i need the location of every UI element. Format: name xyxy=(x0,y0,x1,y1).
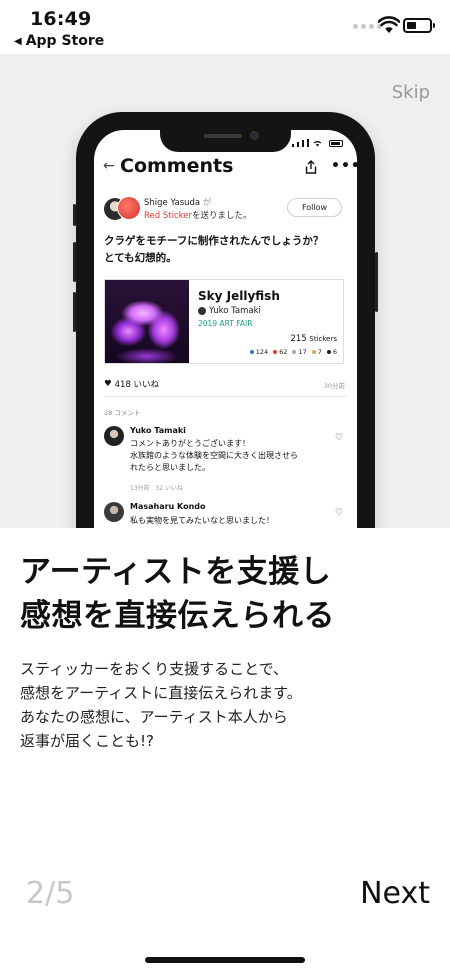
likes-row: ♥ 418 いいね xyxy=(104,379,160,390)
sticker-count: 215 Stickers xyxy=(290,334,337,344)
sticker-breakdown: 124 62 17 7 6 xyxy=(249,348,337,356)
hero-illustration: Skip ← Comments •• Shige Yasuda が Red St… xyxy=(0,54,450,528)
artwork-artist: Yuko Tamaki xyxy=(198,306,261,316)
mock-title: Comments xyxy=(120,155,234,177)
artwork-title: Sky Jellyfish xyxy=(198,289,280,303)
comment-author: Masaharu Kondo xyxy=(130,502,206,511)
mock-battery-icon xyxy=(329,140,343,147)
comment-meta: 13分前 32 いいね xyxy=(130,485,183,492)
artist-avatar xyxy=(198,307,206,315)
post-time: 30分前 xyxy=(323,382,345,390)
onboarding-screen: 16:49 ◀ App Store Skip ← Comments •• Shi… xyxy=(0,0,450,972)
comment-author: Yuko Tamaki xyxy=(130,426,186,435)
mock-comments-header: ← Comments ••• xyxy=(94,155,357,185)
divider xyxy=(104,396,347,397)
post-action-line: Red Stickerを送りました。 xyxy=(144,211,252,221)
post-user-line: Shige Yasuda が xyxy=(144,198,212,208)
stat-gray: 17 xyxy=(292,348,307,356)
page-indicator: 2/5 xyxy=(26,876,75,911)
back-triangle-icon: ◀ xyxy=(14,35,22,47)
back-to-app-store[interactable]: ◀ App Store xyxy=(14,33,104,49)
comment-body: 私も実物を見てみたいなと思いました！ xyxy=(130,516,274,525)
onboarding-description: スティッカーをおくり支援することで、 感想をアーティストに直接伝えられます。 あ… xyxy=(20,660,302,750)
phone-screen: ← Comments ••• Shige Yasuda が Red Sticke… xyxy=(94,130,357,528)
phone-mockup: ← Comments ••• Shige Yasuda が Red Sticke… xyxy=(73,112,378,528)
avatar-yuko xyxy=(104,426,124,446)
status-time: 16:49 xyxy=(30,8,92,30)
heart-filled-icon: ♥ xyxy=(104,379,112,389)
skip-button[interactable]: Skip xyxy=(392,82,430,103)
stat-red: 62 xyxy=(273,348,287,356)
stat-blue: 124 xyxy=(249,348,268,356)
share-icon xyxy=(305,160,317,174)
next-button[interactable]: Next xyxy=(360,876,430,911)
onboarding-headline: アーティストを支援し 感想を直接伝えられる xyxy=(20,554,335,634)
heart-outline-icon: ♡ xyxy=(335,508,344,518)
status-bar: 16:49 ◀ App Store xyxy=(0,0,450,54)
phone-notch xyxy=(160,130,291,152)
mock-back-arrow-icon: ← xyxy=(103,158,115,174)
wifi-icon xyxy=(378,16,400,33)
back-label: App Store xyxy=(25,33,105,49)
artwork-event: 2019 ART FAIR xyxy=(198,319,253,328)
post-text: クラゲをモチーフに制作されたんでしょうか？ とても幻想的。 xyxy=(104,235,324,264)
artwork-card: Sky Jellyfish Yuko Tamaki 2019 ART FAIR … xyxy=(104,279,344,364)
stat-black: 6 xyxy=(326,348,337,356)
avatar-masaharu xyxy=(104,502,124,522)
mock-wifi-icon xyxy=(313,141,322,147)
stat-gold: 7 xyxy=(311,348,322,356)
more-icon: ••• xyxy=(331,158,357,174)
mock-follow-button: Follow xyxy=(287,198,342,217)
red-sticker-icon xyxy=(117,196,141,220)
mock-status-icons xyxy=(292,139,343,147)
comment-count: 28 コメント xyxy=(104,409,141,417)
comment-body: コメントありがとうございます！ 水族館のような体験を空間に大きく出現させら れた… xyxy=(130,439,298,472)
heart-outline-icon: ♡ xyxy=(335,433,344,443)
battery-icon xyxy=(403,18,435,33)
home-indicator[interactable] xyxy=(145,957,305,963)
artwork-thumbnail xyxy=(105,280,189,363)
